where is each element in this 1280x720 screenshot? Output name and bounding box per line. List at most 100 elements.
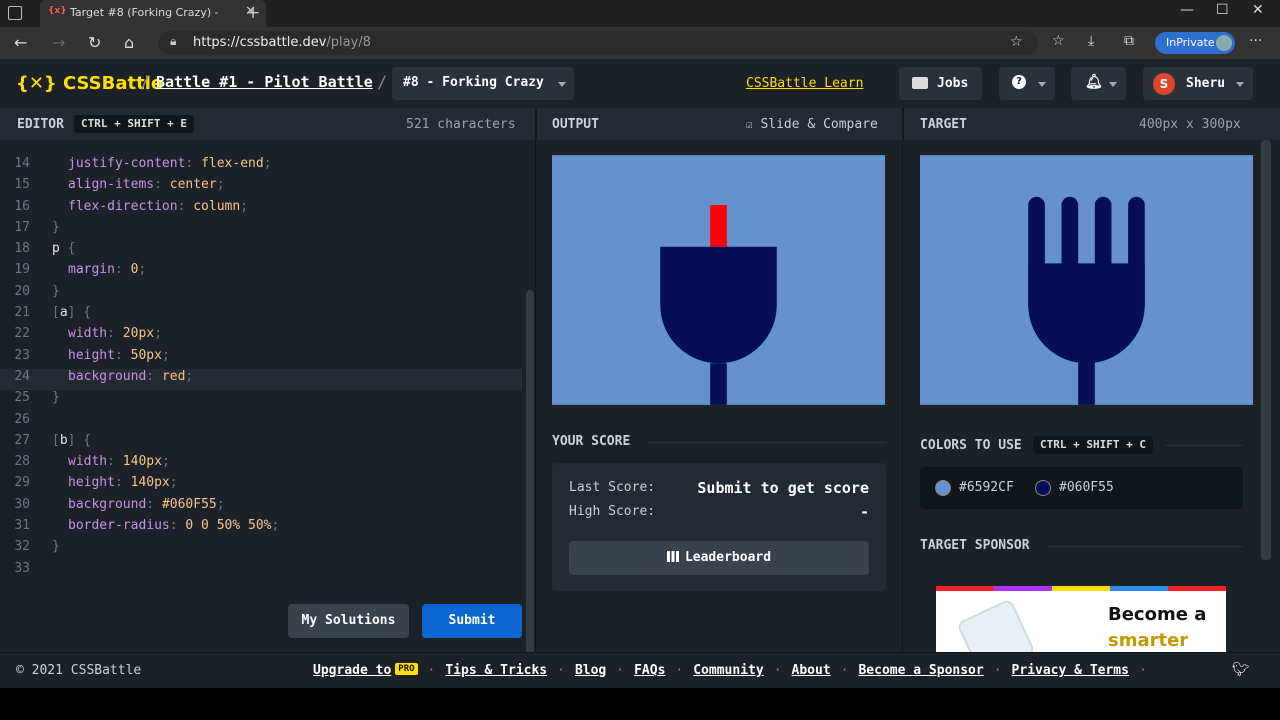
jobs-label: Jobs: [937, 76, 969, 91]
target-selector[interactable]: #8 - Forking Crazy: [392, 67, 574, 100]
footer-link-privacy[interactable]: Privacy & Terms: [1012, 663, 1129, 678]
leaderboard-button[interactable]: Leaderboard: [569, 541, 869, 575]
more-menu-icon[interactable]: ···: [1249, 33, 1262, 49]
code-line[interactable]: 28 width: 140px;: [0, 454, 522, 475]
color-code[interactable]: #6592CF: [959, 480, 1014, 495]
output-canvas[interactable]: [552, 155, 885, 405]
code-line[interactable]: 24 background: red;: [0, 368, 522, 391]
chevron-down-icon: [1236, 82, 1244, 87]
browser-toolbar: ← → ↻ ⌂ 🔒︎ https://cssbattle.dev/play/8 …: [0, 27, 1280, 59]
code-text: background: #060F55;: [68, 496, 225, 512]
footer-link-about[interactable]: About: [792, 663, 831, 678]
minimize-icon[interactable]: —: [1180, 2, 1194, 18]
code-line[interactable]: 29 height: 140px;: [0, 475, 522, 496]
code-line[interactable]: 18 p {: [0, 241, 522, 262]
last-score-value: Submit to get score: [697, 479, 869, 497]
code-line[interactable]: 32}: [0, 539, 522, 560]
battle-title-link[interactable]: Battle #1 - Pilot Battle: [156, 73, 373, 91]
code-line[interactable]: 17}: [0, 220, 522, 241]
address-bar[interactable]: 🔒︎ https://cssbattle.dev/play/8 ☆: [158, 31, 1038, 55]
twitter-icon[interactable]: 🐦︎: [1232, 662, 1250, 678]
page-scrollbar[interactable]: [1261, 140, 1271, 560]
color-code[interactable]: #060F55: [1059, 480, 1114, 495]
refresh-icon[interactable]: ↻: [88, 33, 101, 52]
code-line[interactable]: 20}: [0, 284, 522, 305]
colors-title: COLORS TO USE: [920, 438, 1022, 453]
footer-link-community[interactable]: Community: [693, 663, 763, 678]
code-line[interactable]: 15 align-items: center;: [0, 177, 522, 198]
user-name: Sheru: [1186, 76, 1226, 91]
tab-actions-icon[interactable]: [8, 6, 22, 20]
line-number: 15: [14, 177, 30, 193]
sponsor-headline: Become a: [1108, 604, 1207, 625]
sponsor-title: TARGET SPONSOR: [920, 538, 1030, 553]
code-text: align-items: center;: [68, 177, 225, 193]
code-line[interactable]: 25}: [0, 390, 522, 411]
footer-link-tips[interactable]: Tips & Tricks: [445, 663, 547, 678]
target-canvas[interactable]: [920, 155, 1253, 405]
inprivate-label: InPrivate: [1166, 36, 1215, 49]
line-number: 21: [14, 305, 30, 321]
code-line[interactable]: 33: [0, 561, 522, 582]
favorite-add-icon[interactable]: ☆: [1010, 34, 1023, 50]
code-lines[interactable]: 14 justify-content: flex-end; 15 align-item…: [0, 156, 522, 590]
downloads-icon[interactable]: ⤓: [1088, 33, 1094, 49]
learn-link[interactable]: CSSBattle Learn: [746, 76, 863, 91]
code-text: height: 140px;: [68, 475, 178, 491]
collections-icon[interactable]: ⧉: [1124, 33, 1134, 49]
line-number: 32: [14, 539, 30, 555]
color-swatch-light[interactable]: [935, 480, 951, 496]
code-line[interactable]: 16 flex-direction: column;: [0, 199, 522, 220]
sponsor-banner[interactable]: Become a smarter: [936, 586, 1226, 652]
code-line[interactable]: 23 height: 50px;: [0, 348, 522, 369]
forward-icon[interactable]: →: [52, 33, 65, 52]
browser-tab[interactable]: {x} Target #8 (Forking Crazy) - CSSBattl…: [40, 0, 266, 27]
code-text: margin: 0;: [68, 262, 147, 278]
code-line[interactable]: 27 [b] {: [0, 433, 522, 454]
code-line[interactable]: 14 justify-content: flex-end;: [0, 156, 522, 177]
new-tab-icon[interactable]: +: [246, 3, 260, 23]
code-line[interactable]: 19 margin: 0;: [0, 262, 522, 283]
profile-avatar: [1216, 35, 1232, 51]
editor-scrollbar[interactable]: [526, 290, 534, 652]
submit-button[interactable]: Submit: [422, 604, 522, 638]
line-number: 25: [14, 390, 30, 406]
code-text: }: [52, 390, 60, 406]
home-icon[interactable]: ⌂: [124, 33, 134, 52]
maximize-icon[interactable]: ☐: [1216, 2, 1229, 18]
footer-link-sponsor[interactable]: Become a Sponsor: [858, 663, 983, 678]
target-size: 400px x 300px: [1139, 117, 1241, 132]
back-icon[interactable]: ←: [14, 33, 27, 52]
fork-handle: [1078, 354, 1095, 405]
jobs-button[interactable]: Jobs: [899, 67, 982, 100]
code-line[interactable]: 22 width: 20px;: [0, 326, 522, 347]
inprivate-badge[interactable]: InPrivate: [1155, 32, 1235, 54]
checkbox-icon[interactable]: ☑: [746, 118, 753, 131]
output-red-block: [710, 205, 727, 247]
footer-link-blog[interactable]: Blog: [575, 663, 606, 678]
upgrade-link[interactable]: Upgrade to: [313, 663, 391, 678]
code-line[interactable]: 21 [a] {: [0, 305, 522, 326]
code-line[interactable]: 30 background: #060F55;: [0, 497, 522, 518]
favorites-icon[interactable]: ☆: [1052, 33, 1065, 49]
code-line[interactable]: 26: [0, 412, 522, 433]
code-editor[interactable]: 14 justify-content: flex-end; 15 align-item…: [0, 140, 536, 652]
help-menu-button[interactable]: ?: [999, 67, 1055, 100]
pro-badge: PRO: [395, 663, 418, 675]
line-number: 27: [14, 432, 30, 448]
chevron-down-icon: [558, 82, 566, 87]
slide-compare-toggle[interactable]: ☑ Slide & Compare: [746, 117, 878, 132]
output-panel: YOUR SCORE Last Score: Submit to get sco…: [536, 140, 903, 652]
divider: [648, 442, 886, 443]
code-text: width: 140px;: [68, 454, 170, 470]
target-selector-label: #8 - Forking Crazy: [403, 75, 544, 90]
chevron-down-icon: [1109, 82, 1117, 87]
user-menu-button[interactable]: S Sheru: [1143, 67, 1253, 100]
my-solutions-button[interactable]: My Solutions: [288, 604, 409, 638]
app-header: {✕} CSSBattle / Battle #1 - Pilot Battle…: [0, 59, 1280, 108]
footer-link-faqs[interactable]: FAQs: [634, 663, 665, 678]
code-line[interactable]: 31 border-radius: 0 0 50% 50%;: [0, 518, 522, 539]
notifications-button[interactable]: 🔔︎: [1071, 67, 1126, 100]
window-close-icon[interactable]: ✕: [1252, 2, 1264, 18]
color-swatch-dark[interactable]: [1035, 480, 1051, 496]
